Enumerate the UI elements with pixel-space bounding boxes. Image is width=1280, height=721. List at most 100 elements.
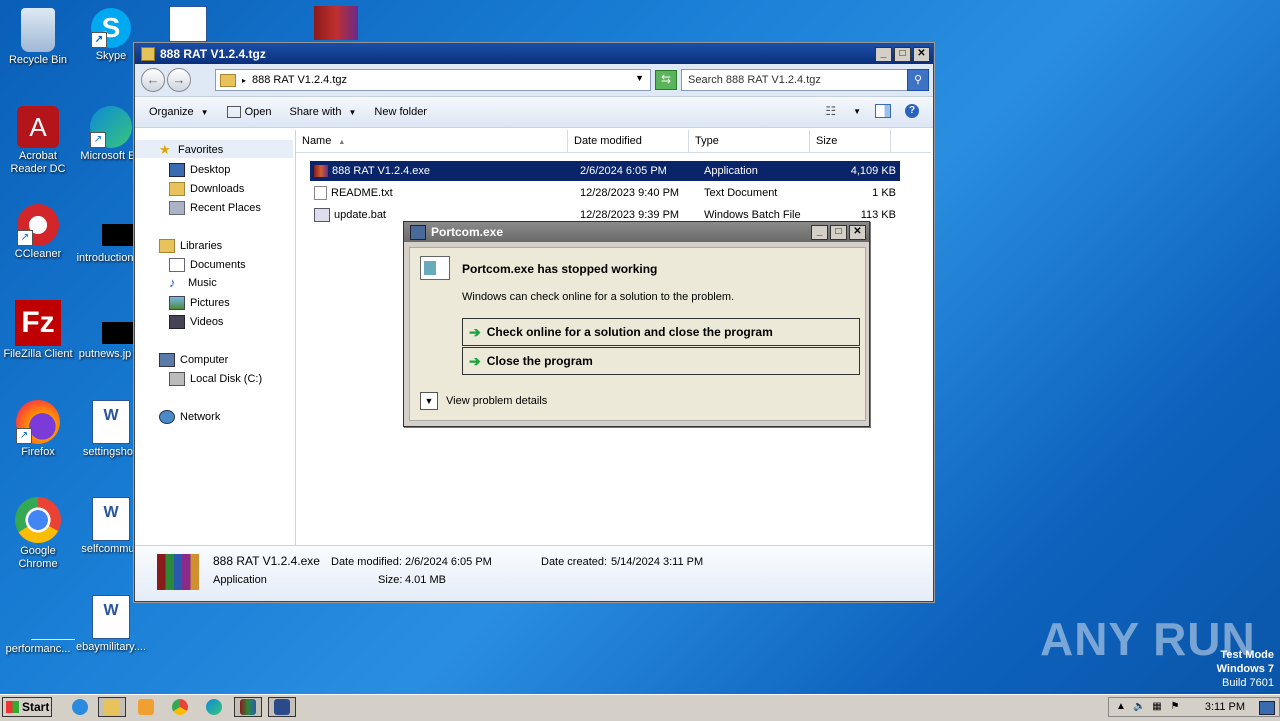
close-program-button[interactable]: ➔ Close the program bbox=[462, 347, 860, 375]
column-headers: Name ▲ Date modified Type Size bbox=[296, 130, 931, 153]
nav-local-disk[interactable]: Local Disk (C:) bbox=[169, 372, 262, 386]
chevron-down-icon[interactable]: ▼ bbox=[853, 107, 861, 116]
column-date-modified[interactable]: Date modified bbox=[568, 130, 689, 152]
close-button[interactable]: ✕ bbox=[913, 47, 930, 62]
nav-videos[interactable]: Videos bbox=[169, 315, 223, 329]
word-doc-icon: W bbox=[92, 497, 130, 541]
volume-icon[interactable]: 🔈 bbox=[1133, 701, 1145, 713]
search-icon[interactable]: ⚲ bbox=[907, 69, 929, 91]
preview-pane-icon[interactable] bbox=[875, 104, 891, 118]
taskbar-media-player[interactable] bbox=[132, 697, 160, 717]
nav-music[interactable]: ♪ Music bbox=[169, 276, 217, 289]
nav-recent-places-label: Recent Places bbox=[190, 202, 261, 214]
column-name[interactable]: Name ▲ bbox=[296, 130, 568, 152]
nav-computer-label: Computer bbox=[180, 354, 229, 366]
media-player-icon bbox=[138, 699, 154, 715]
file-row[interactable]: 888 RAT V1.2.4.exe 2/6/2024 6:05 PM Appl… bbox=[310, 161, 900, 181]
share-with-button[interactable]: Share with ▼ bbox=[289, 106, 356, 118]
show-hidden-icons-icon[interactable]: ▲ bbox=[1115, 701, 1127, 713]
help-icon[interactable]: ? bbox=[905, 104, 919, 118]
action-center-flag-icon[interactable]: ⚑ bbox=[1169, 701, 1181, 713]
chevron-down-icon[interactable]: ▼ bbox=[635, 73, 644, 83]
file-type: Text Document bbox=[704, 187, 778, 199]
forward-button[interactable]: → bbox=[167, 68, 191, 92]
nav-recent-places[interactable]: Recent Places bbox=[169, 201, 261, 215]
nav-pictures[interactable]: Pictures bbox=[169, 296, 230, 310]
minimize-button[interactable]: _ bbox=[811, 225, 828, 240]
maximize-button[interactable]: □ bbox=[830, 225, 847, 240]
back-button[interactable]: ← bbox=[141, 68, 165, 92]
desktop-icon-word-top[interactable] bbox=[150, 6, 226, 44]
taskbar-winrar[interactable] bbox=[234, 697, 262, 717]
chevron-down-icon[interactable]: ▼ bbox=[420, 392, 438, 410]
black-file-icon bbox=[82, 204, 152, 250]
desktop-icon-filezilla[interactable]: Fz FileZilla Client bbox=[0, 300, 76, 361]
blank-file-icon bbox=[15, 595, 75, 641]
nav-downloads[interactable]: Downloads bbox=[169, 182, 244, 196]
nav-documents[interactable]: Documents bbox=[169, 258, 246, 272]
taskbar-explorer[interactable] bbox=[98, 697, 126, 717]
nav-network[interactable]: Network bbox=[159, 410, 220, 424]
edge-icon: ↗ bbox=[90, 106, 132, 148]
file-name: README.txt bbox=[331, 187, 393, 199]
computer-icon bbox=[159, 353, 175, 367]
minimize-button[interactable]: _ bbox=[875, 47, 892, 62]
nav-computer[interactable]: Computer bbox=[159, 353, 228, 367]
desktop-icon-chrome[interactable]: Google Chrome bbox=[0, 497, 76, 571]
taskbar-edge[interactable] bbox=[200, 697, 228, 717]
dialog-title: Portcom.exe bbox=[431, 225, 504, 239]
column-type[interactable]: Type bbox=[689, 130, 810, 152]
nav-favorites[interactable]: ★ Favorites bbox=[159, 143, 223, 156]
close-button[interactable]: ✕ bbox=[849, 225, 866, 240]
open-button[interactable]: Open bbox=[226, 106, 271, 118]
desktop-icon-ccleaner[interactable]: ↗ CCleaner bbox=[0, 204, 76, 261]
firefox-icon: ↗ bbox=[16, 400, 60, 444]
desktop-icon-introduction[interactable]: introduction bbox=[67, 204, 152, 265]
search-placeholder: Search 888 RAT V1.2.4.tgz bbox=[688, 74, 821, 86]
taskbar-chrome[interactable] bbox=[166, 697, 194, 717]
desktop-icon-putnews[interactable]: putnews.jp bbox=[67, 300, 152, 361]
desktop-icon-acrobat[interactable]: A Acrobat Reader DC bbox=[0, 106, 76, 176]
desktop-icon-ebaymilitary[interactable]: W ebaymilitary.... bbox=[73, 595, 149, 654]
new-folder-button[interactable]: New folder bbox=[374, 106, 427, 118]
taskbar-ie[interactable] bbox=[66, 697, 94, 717]
word-doc-icon: W bbox=[92, 400, 130, 444]
maximize-button[interactable]: □ bbox=[894, 47, 911, 62]
desktop-icon-winrar-top[interactable] bbox=[298, 6, 374, 42]
network-icon[interactable]: ▦ bbox=[1151, 701, 1163, 713]
folder-icon bbox=[104, 699, 120, 715]
desktop-icon-performance[interactable]: performanc... bbox=[0, 595, 76, 656]
file-row[interactable]: README.txt 12/28/2023 9:40 PM Text Docum… bbox=[310, 183, 900, 203]
search-input[interactable]: Search 888 RAT V1.2.4.tgz ⚲ bbox=[681, 69, 929, 91]
view-problem-details[interactable]: ▼ View problem details bbox=[420, 392, 547, 410]
command-bar: Organize ▼ Open Share with ▼ New folder ☷ … bbox=[135, 97, 933, 128]
nav-network-label: Network bbox=[180, 411, 221, 423]
clock[interactable]: 3:11 PM bbox=[1205, 701, 1245, 713]
taskbar: Start ▲ 🔈 ▦ ⚑ 3:11 PM bbox=[0, 694, 1280, 721]
check-online-button[interactable]: ➔ Check online for a solution and close … bbox=[462, 318, 860, 346]
start-label: Start bbox=[22, 700, 50, 714]
nav-libraries[interactable]: Libraries bbox=[159, 239, 222, 253]
close-program-label: Close the program bbox=[486, 354, 593, 368]
winrar-icon bbox=[314, 165, 328, 177]
refresh-button[interactable]: ⇆ bbox=[655, 70, 677, 90]
desktop-icon-recycle-bin[interactable]: Recycle Bin bbox=[0, 8, 76, 67]
desktop-icon-firefox[interactable]: ↗ Firefox bbox=[0, 400, 76, 459]
file-type: Windows Batch File bbox=[704, 209, 801, 221]
views-icon[interactable]: ☷ bbox=[825, 104, 836, 118]
column-size[interactable]: Size bbox=[810, 130, 891, 152]
nav-documents-label: Documents bbox=[190, 259, 246, 271]
nav-desktop[interactable]: Desktop bbox=[169, 163, 230, 177]
details-date-created: 5/14/2024 3:11 PM bbox=[611, 556, 704, 568]
dialog-heading: Portcom.exe has stopped working bbox=[462, 262, 658, 276]
taskbar-portcom[interactable] bbox=[268, 697, 296, 717]
dialog-titlebar[interactable]: Portcom.exe _ □ ✕ bbox=[404, 222, 869, 242]
organize-button[interactable]: Organize ▼ bbox=[149, 106, 209, 118]
show-desktop-icon[interactable] bbox=[1259, 701, 1275, 715]
explorer-titlebar[interactable]: 888 RAT V1.2.4.tgz _ □ ✕ bbox=[135, 44, 933, 64]
green-arrow-icon: ➔ bbox=[469, 352, 481, 369]
start-button[interactable]: Start bbox=[2, 697, 52, 717]
details-size-label: Size: bbox=[378, 574, 403, 586]
details-file-name: 888 RAT V1.2.4.exe bbox=[213, 554, 320, 568]
address-bar[interactable]: ▸ 888 RAT V1.2.4.tgz ▼ bbox=[215, 69, 651, 91]
